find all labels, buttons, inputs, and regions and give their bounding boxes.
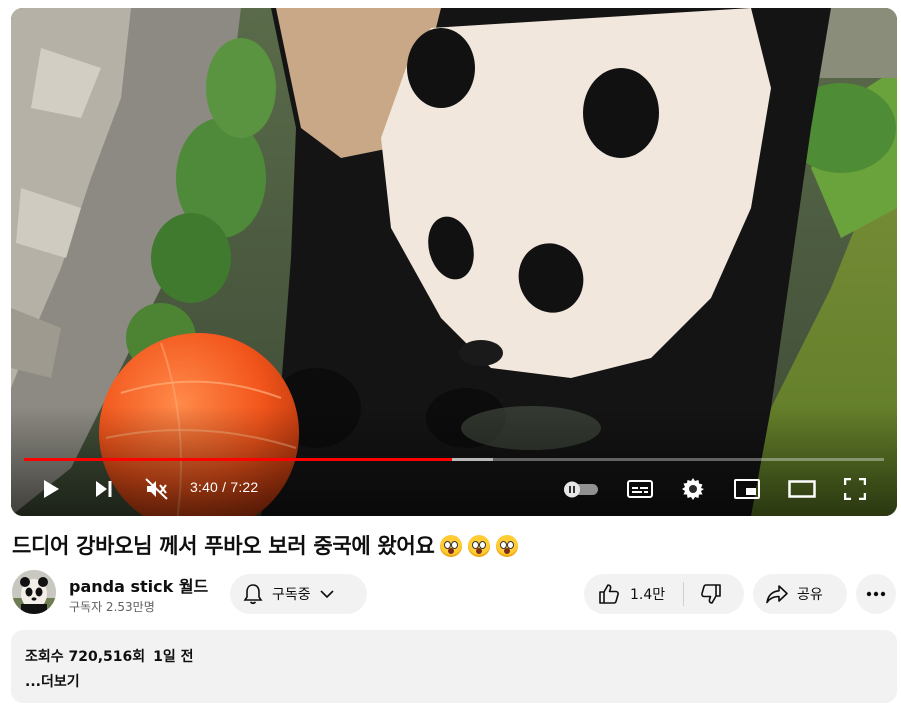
gear-icon — [682, 478, 704, 500]
astonished-face-icon — [440, 535, 463, 557]
skip-next-icon — [96, 481, 112, 497]
subscribed-button[interactable]: 구독중 — [230, 574, 367, 614]
miniplayer-button[interactable] — [733, 475, 761, 503]
panda-avatar-icon — [12, 570, 56, 614]
share-icon — [766, 585, 788, 604]
bell-icon — [243, 584, 263, 605]
play-button[interactable] — [39, 475, 63, 503]
upload-date: 1일 전 — [153, 649, 194, 665]
thumbs-up-icon — [599, 584, 619, 604]
autoplay-toggle-icon — [564, 481, 598, 498]
time-display: 3:40 / 7:22 — [190, 479, 258, 495]
view-count: 조회수 720,516회 — [25, 649, 146, 665]
video-title-text: 드디어 강바오님 께서 푸바오 보러 중국에 왔어요 — [12, 534, 435, 558]
thumbs-down-icon — [701, 584, 721, 604]
progress-played — [24, 458, 453, 461]
theater-mode-button[interactable] — [787, 475, 817, 503]
mute-button[interactable] — [144, 475, 170, 503]
volume-muted-icon — [145, 478, 168, 500]
current-time: 3:40 — [190, 479, 219, 495]
fullscreen-icon — [844, 478, 866, 500]
description-box[interactable]: 조회수 720,516회 1일 전 ...더보기 — [11, 630, 897, 703]
subtitles-icon — [627, 480, 653, 498]
video-player[interactable]: 3:40 / 7:22 — [11, 8, 897, 516]
fullscreen-button[interactable] — [843, 475, 867, 503]
progress-bar[interactable] — [24, 458, 884, 461]
like-button[interactable]: 1.4만 — [584, 582, 684, 606]
like-count: 1.4만 — [630, 587, 666, 603]
autoplay-toggle[interactable] — [563, 475, 599, 503]
play-icon — [44, 480, 59, 498]
time-separator: / — [218, 479, 231, 495]
channel-name[interactable]: panda stick 월드 — [69, 573, 208, 597]
more-horiz-icon — [866, 591, 886, 597]
astonished-face-icon — [496, 535, 519, 557]
video-title: 드디어 강바오님 께서 푸바오 보러 중국에 왔어요 — [12, 530, 519, 560]
dislike-button[interactable] — [684, 574, 722, 614]
next-button[interactable] — [92, 475, 116, 503]
settings-button[interactable] — [680, 475, 706, 503]
subtitles-button[interactable] — [626, 475, 654, 503]
subscriber-count: 구독자 2.53만명 — [69, 600, 155, 614]
chevron-down-icon — [320, 590, 334, 599]
more-actions-button[interactable] — [856, 574, 896, 614]
video-meta: 조회수 720,516회 1일 전 — [25, 646, 883, 666]
miniplayer-icon — [734, 479, 760, 499]
astonished-face-icon — [468, 535, 491, 557]
duration: 7:22 — [230, 479, 259, 495]
share-label: 공유 — [797, 587, 823, 603]
share-button[interactable]: 공유 — [753, 574, 847, 614]
theater-mode-icon — [788, 480, 816, 498]
show-more-link[interactable]: ...더보기 — [25, 671, 883, 691]
channel-avatar[interactable] — [12, 570, 56, 614]
subscribed-label: 구독중 — [272, 587, 311, 603]
like-dislike-group: 1.4만 — [584, 574, 744, 614]
